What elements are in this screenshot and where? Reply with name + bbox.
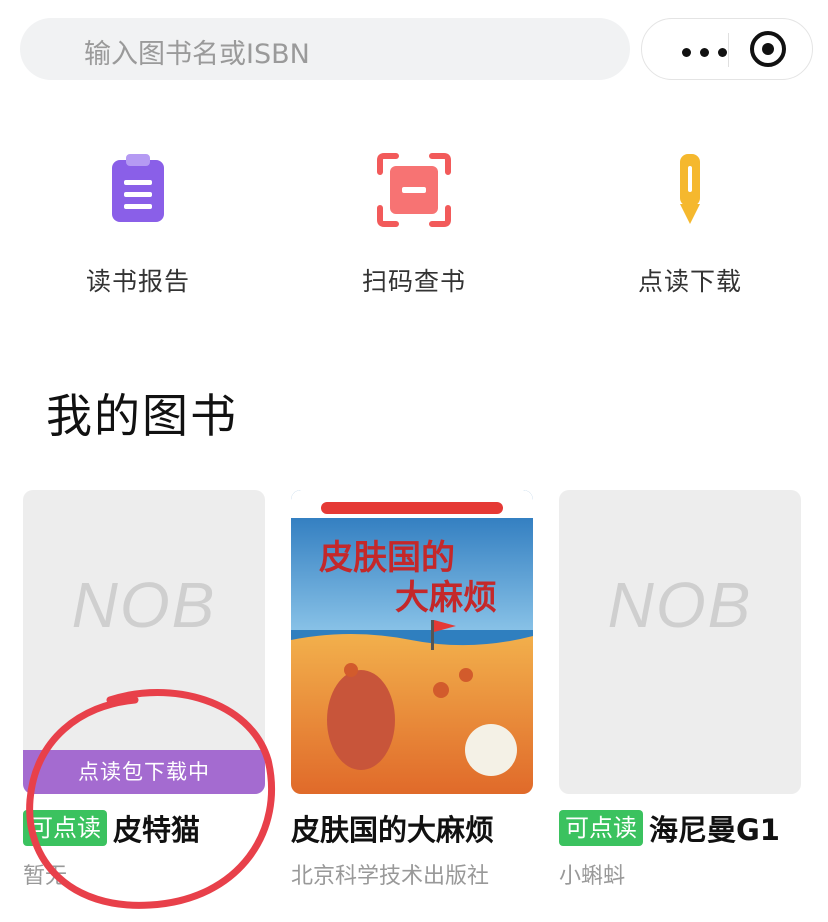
action-reading-report[interactable]: 读书报告 bbox=[38, 150, 238, 298]
book-cover[interactable]: 皮肤国的 大麻烦 bbox=[291, 490, 533, 794]
clipboard-icon bbox=[98, 150, 178, 230]
cover-title-line2: 大麻烦 bbox=[395, 578, 497, 618]
book-author: 小蝌蚪 bbox=[559, 864, 626, 889]
cover-placeholder: NOB bbox=[607, 569, 753, 641]
book-cover[interactable]: NOB bbox=[559, 490, 801, 794]
action-scan-book[interactable]: 扫码查书 bbox=[314, 150, 514, 298]
miniprogram-capsule bbox=[641, 18, 813, 80]
action-reading-download[interactable]: 点读下载 bbox=[590, 150, 790, 298]
book-author: 暂无 bbox=[23, 864, 68, 889]
readable-badge: 可点读 bbox=[559, 810, 643, 846]
pencil-icon bbox=[650, 150, 730, 230]
action-label: 读书报告 bbox=[85, 267, 190, 296]
book-card[interactable]: NOB 点读包下载中 可点读 皮特猫 暂无 bbox=[23, 490, 265, 890]
download-status-bar: 点读包下载中 bbox=[23, 750, 265, 794]
more-options-icon[interactable] bbox=[664, 27, 748, 71]
search-bar[interactable]: 输入图书名或ISBN bbox=[20, 18, 630, 80]
readable-badge: 可点读 bbox=[23, 810, 107, 846]
section-title: 我的图书 bbox=[46, 389, 238, 443]
close-miniprogram-icon[interactable] bbox=[750, 31, 788, 69]
book-card[interactable]: 皮肤国的 大麻烦 皮肤国的大麻烦 北京科学技术出版社 bbox=[291, 490, 533, 890]
action-label: 扫码查书 bbox=[361, 267, 466, 296]
book-cover[interactable]: NOB 点读包下载中 bbox=[23, 490, 265, 794]
book-author: 北京科学技术出版社 bbox=[291, 864, 490, 889]
action-label: 点读下载 bbox=[637, 267, 742, 296]
capsule-divider bbox=[728, 33, 729, 67]
book-title: 皮特猫 bbox=[113, 813, 201, 847]
search-placeholder: 输入图书名或ISBN bbox=[84, 39, 310, 70]
book-title: 海尼曼G1 bbox=[649, 813, 780, 847]
cover-placeholder: NOB bbox=[71, 569, 217, 641]
scan-icon bbox=[374, 150, 454, 230]
book-title: 皮肤国的大麻烦 bbox=[291, 813, 495, 847]
book-card[interactable]: NOB 可点读 海尼曼G1 小蝌蚪 bbox=[559, 490, 801, 890]
